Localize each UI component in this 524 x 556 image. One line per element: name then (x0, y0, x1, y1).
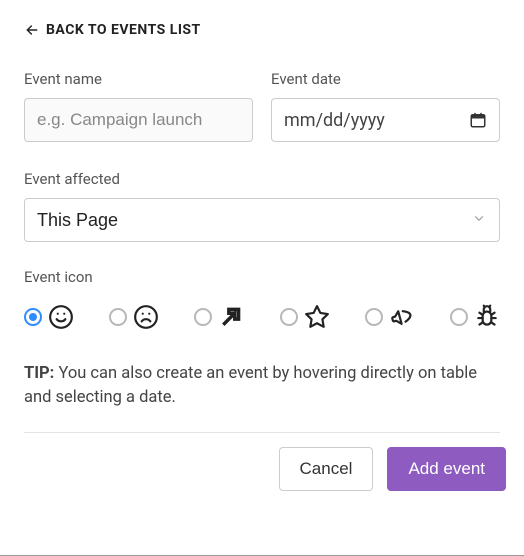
event-affected-label: Event affected (24, 170, 500, 188)
add-event-button[interactable]: Add event (387, 447, 506, 491)
tip-body: You can also create an event by hovering… (24, 364, 477, 407)
event-name-field: Event name (24, 70, 253, 142)
event-icon-option-megaphone[interactable] (365, 304, 415, 330)
star-icon (304, 304, 330, 330)
megaphone-icon (389, 304, 415, 330)
footer-actions: Cancel Add event (0, 433, 524, 509)
tip-text: TIP: You can also create an event by hov… (24, 362, 500, 410)
event-icon-option-star[interactable] (280, 304, 330, 330)
event-icon-option-external-arrow[interactable] (194, 304, 244, 330)
event-icon-options (24, 304, 500, 330)
event-date-placeholder: mm/dd/yyyy (284, 110, 385, 131)
external-arrow-icon (218, 304, 244, 330)
event-icon-option-bug[interactable] (450, 304, 500, 330)
event-icon-option-frown[interactable] (109, 304, 159, 330)
frown-icon (133, 304, 159, 330)
bug-icon (474, 304, 500, 330)
event-name-label: Event name (24, 70, 253, 88)
event-date-input[interactable]: mm/dd/yyyy (271, 98, 500, 142)
radio-icon (365, 308, 383, 326)
event-affected-select[interactable]: This Page (24, 198, 500, 242)
event-date-field: Event date mm/dd/yyyy (271, 70, 500, 142)
event-icon-option-smile[interactable] (24, 304, 74, 330)
radio-icon (109, 308, 127, 326)
radio-icon (194, 308, 212, 326)
radio-icon (450, 308, 468, 326)
calendar-icon (469, 111, 487, 129)
back-label: BACK TO EVENTS LIST (46, 22, 201, 38)
event-name-input[interactable] (24, 98, 253, 142)
radio-icon (280, 308, 298, 326)
smile-icon (48, 304, 74, 330)
cancel-button[interactable]: Cancel (279, 447, 374, 491)
radio-icon (24, 308, 42, 326)
event-date-label: Event date (271, 70, 500, 88)
tip-label: TIP: (24, 364, 54, 383)
event-affected-value: This Page (37, 210, 118, 231)
arrow-left-icon (24, 22, 40, 38)
back-to-events-link[interactable]: BACK TO EVENTS LIST (24, 22, 201, 38)
event-affected-field: Event affected This Page (24, 170, 500, 242)
event-icon-label: Event icon (24, 268, 500, 286)
event-icon-field: Event icon (24, 268, 500, 330)
